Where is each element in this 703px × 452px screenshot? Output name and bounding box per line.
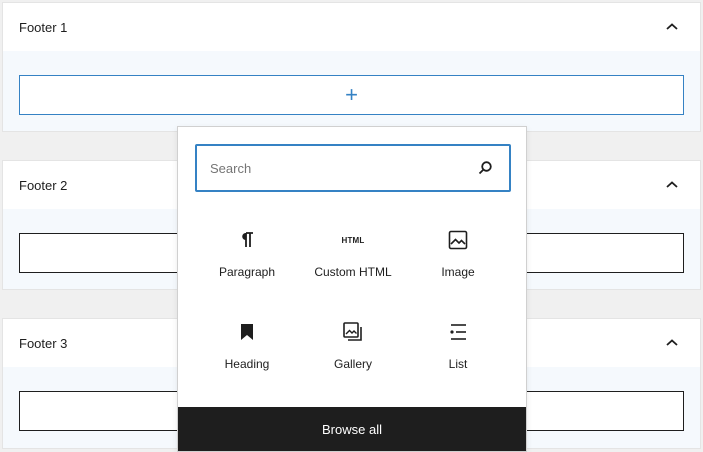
block-inserter-popover: Paragraph HTML Custom HTML Image Heading: [177, 126, 527, 452]
panel-title: Footer 3: [19, 335, 68, 351]
add-block-button[interactable]: +: [19, 75, 684, 115]
block-label: Heading: [224, 357, 270, 371]
panel-title: Footer 2: [19, 177, 68, 193]
gallery-icon: [341, 320, 365, 344]
panel-header[interactable]: Footer 1: [3, 3, 700, 51]
block-gallery[interactable]: Gallery: [303, 320, 403, 400]
block-label: Paragraph: [218, 265, 276, 279]
html-icon: HTML: [341, 228, 365, 252]
block-label: Image: [441, 265, 475, 279]
chevron-up-icon[interactable]: [660, 173, 684, 197]
block-list[interactable]: List: [408, 320, 508, 400]
chevron-up-icon[interactable]: [660, 15, 684, 39]
browse-all-button[interactable]: Browse all: [178, 407, 526, 451]
panel-title: Footer 1: [19, 19, 68, 35]
block-paragraph[interactable]: Paragraph: [197, 228, 297, 308]
block-label: List: [448, 357, 468, 371]
plus-icon: +: [345, 82, 358, 107]
block-label: Custom HTML: [314, 265, 392, 279]
image-icon: [446, 228, 470, 252]
list-icon: [446, 320, 470, 344]
block-label: Gallery: [333, 357, 372, 371]
footer-panel-1: Footer 1 +: [2, 2, 701, 132]
block-heading[interactable]: Heading: [197, 320, 297, 400]
search-icon[interactable]: [475, 158, 495, 178]
paragraph-icon: [235, 228, 259, 252]
heading-icon: [235, 320, 259, 344]
chevron-up-icon[interactable]: [660, 331, 684, 355]
html-icon-text: HTML: [341, 235, 365, 245]
block-custom-html[interactable]: HTML Custom HTML: [303, 228, 403, 308]
search-box: [195, 144, 511, 192]
block-image[interactable]: Image: [408, 228, 508, 308]
search-input[interactable]: [210, 160, 475, 176]
